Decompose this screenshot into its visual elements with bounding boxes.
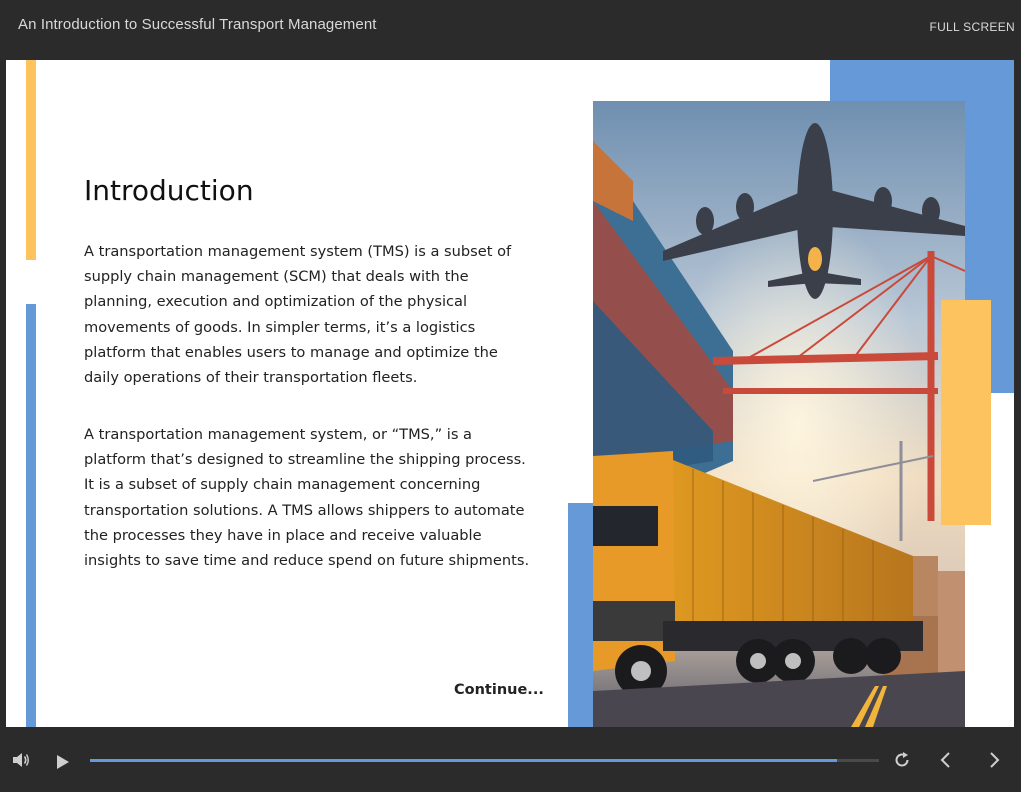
- fullscreen-button[interactable]: FULL SCREEN: [929, 20, 1015, 34]
- replay-icon[interactable]: [893, 751, 911, 773]
- intro-paragraph-1: A transportation management system (TMS)…: [84, 243, 512, 387]
- logistics-photo: [593, 101, 965, 727]
- chevron-right-icon[interactable]: [988, 752, 1000, 772]
- decor-blue-bar: [26, 304, 36, 727]
- intro-paragraph-2: A transportation management system, or “…: [84, 426, 530, 570]
- player-controls: [0, 728, 1021, 792]
- decor-yellow-bar: [26, 60, 36, 260]
- top-bar: An Introduction to Successful Transport …: [0, 0, 1021, 58]
- progress-bar[interactable]: [90, 759, 879, 762]
- course-title: An Introduction to Successful Transport …: [18, 16, 377, 33]
- progress-fill: [90, 759, 838, 762]
- play-icon[interactable]: [57, 754, 69, 773]
- volume-icon[interactable]: [12, 752, 30, 772]
- continue-button[interactable]: Continue...: [454, 682, 544, 698]
- slide-heading: Introduction: [84, 174, 254, 207]
- chevron-left-icon[interactable]: [940, 752, 952, 772]
- slide: Introduction A transportation management…: [6, 60, 1014, 727]
- decor-yellow-block-right: [941, 300, 991, 525]
